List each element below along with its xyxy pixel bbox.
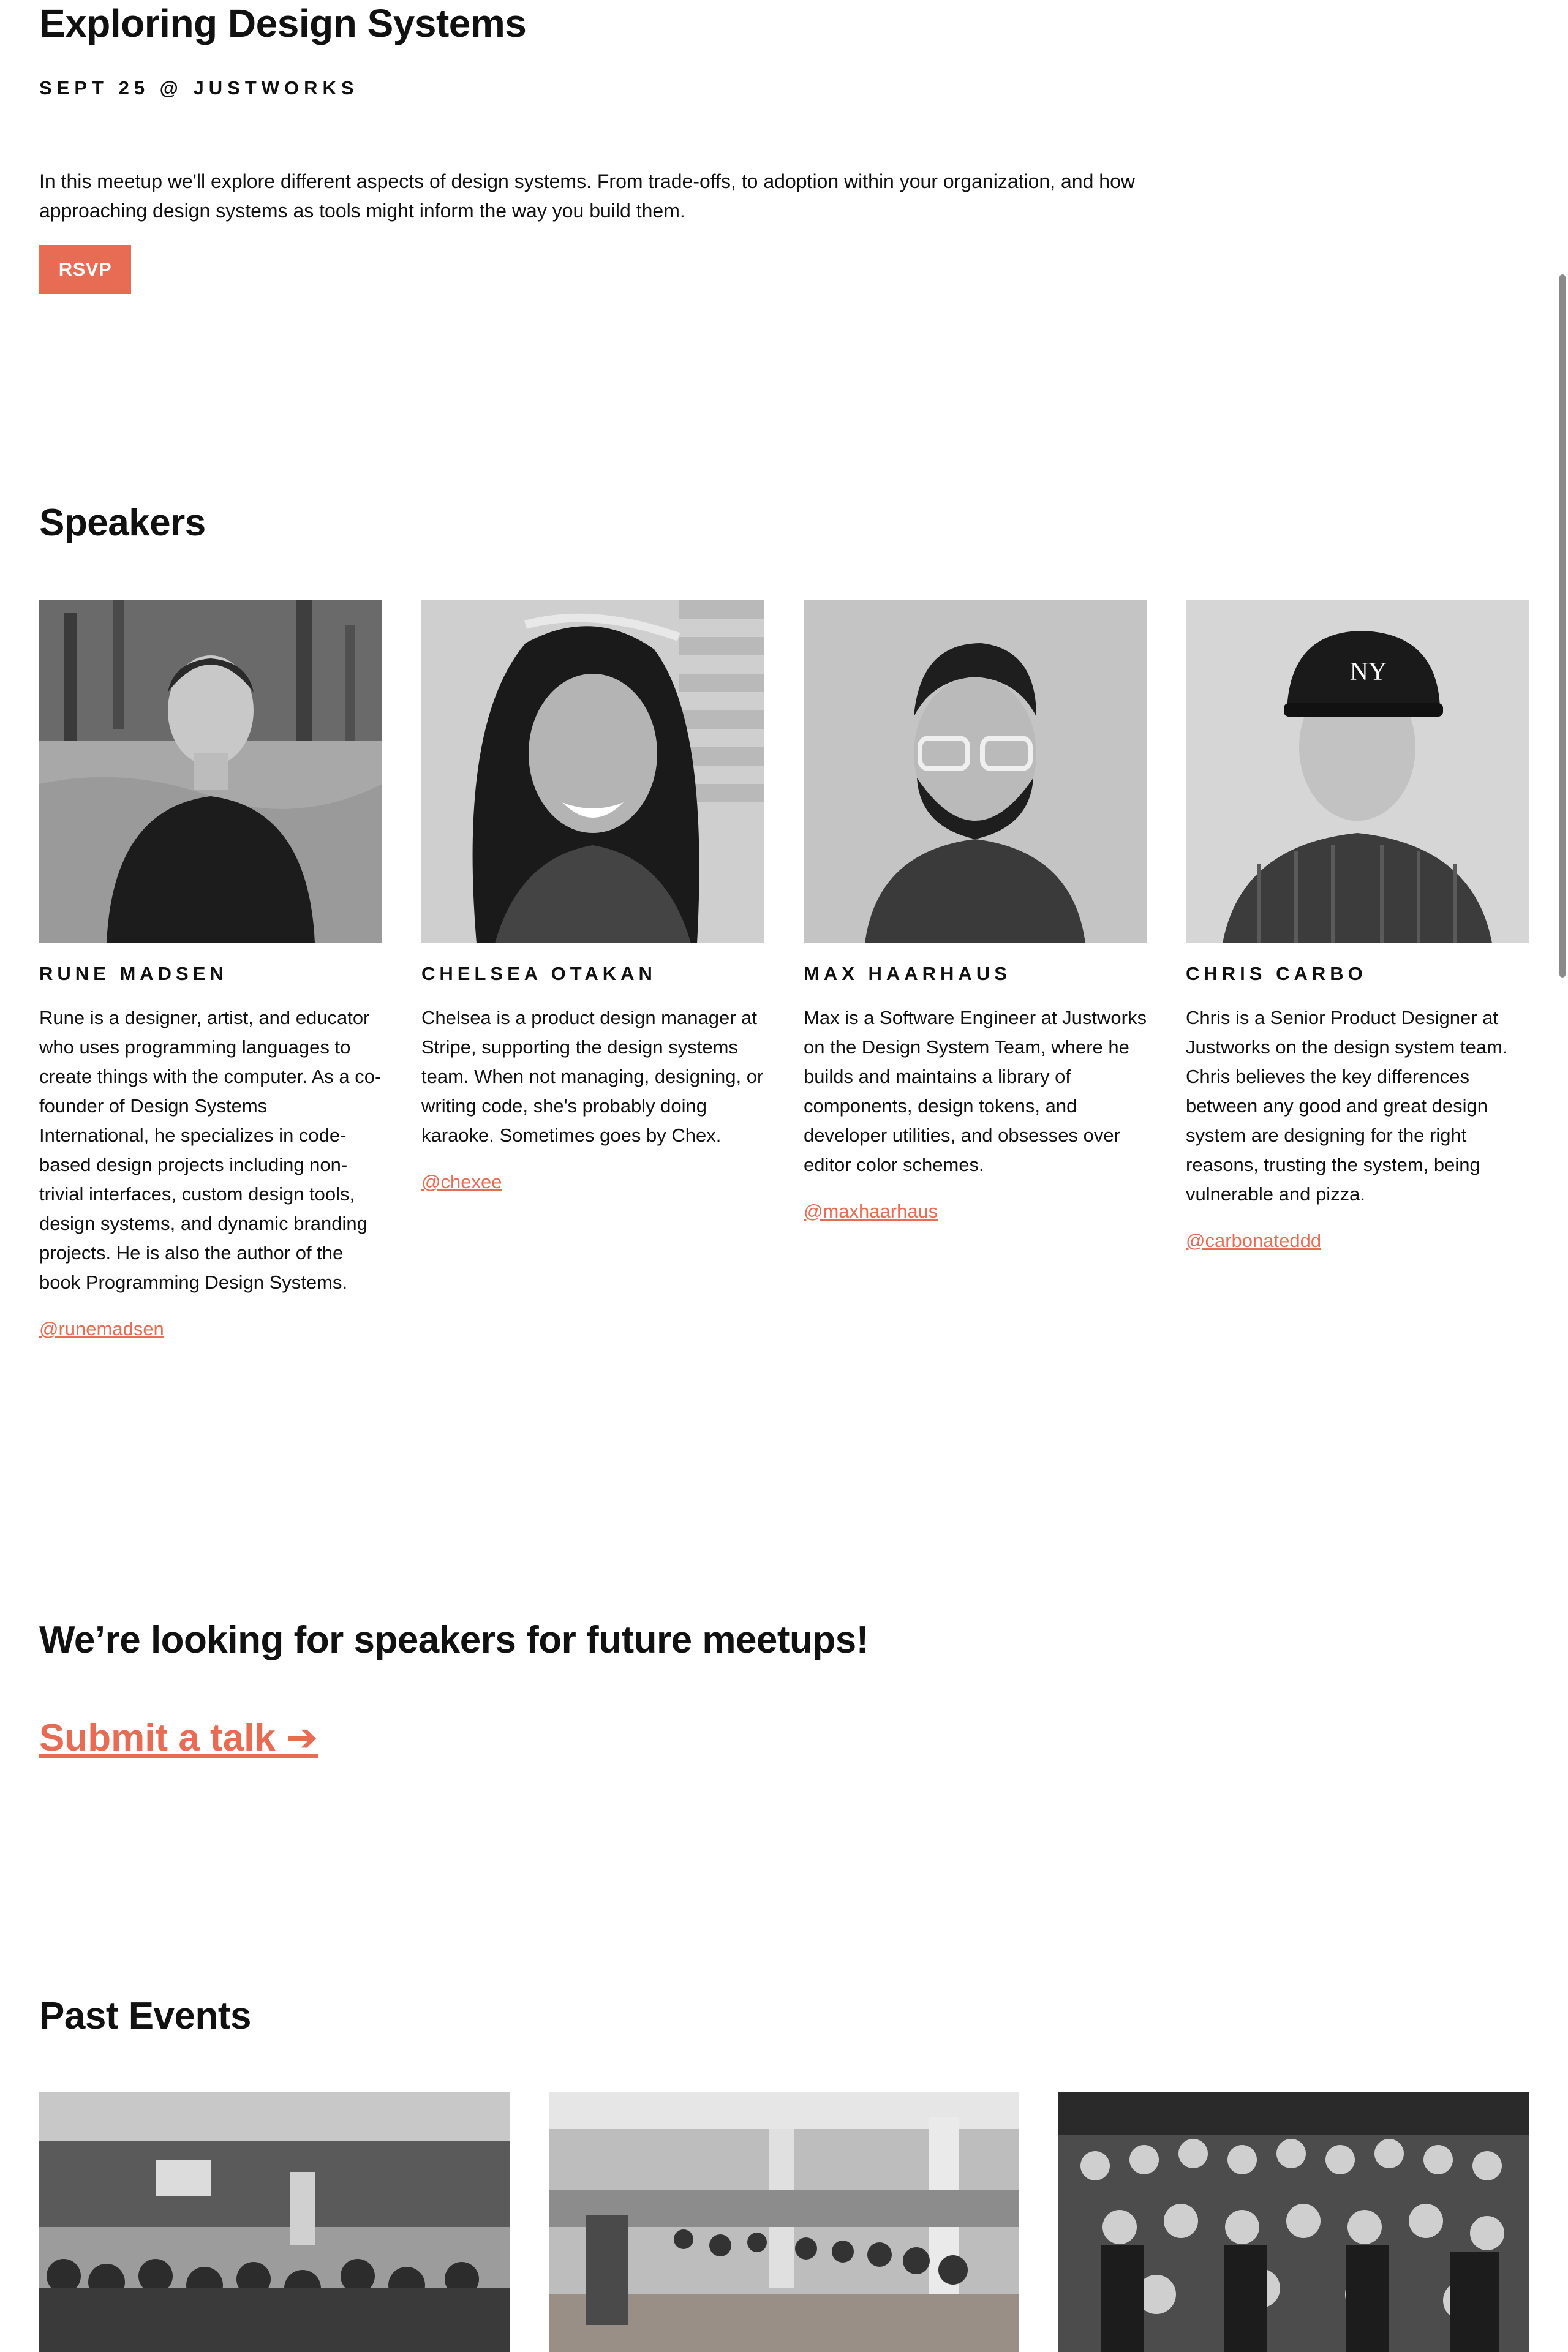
submit-talk-link[interactable]: Submit a talk ➔ (39, 1715, 318, 1762)
speaker-name: MAX HAARHAUS (804, 963, 1011, 984)
speaker-name: RUNE MADSEN (39, 963, 228, 984)
speaker-photo (39, 600, 382, 943)
call-for-speakers-heading: We’re looking for speakers for future me… (39, 1619, 869, 1661)
speaker-bio: Chris is a Senior Product Designer at Ju… (1186, 1007, 1508, 1205)
speakers-grid: RUNE MADSEN Rune is a designer, artist, … (39, 600, 1529, 1396)
speaker-card: MAX HAARHAUS Max is a Software Engineer … (804, 600, 1147, 1224)
event-description: In this meetup we'll explore different a… (39, 170, 1135, 222)
speaker-bio: Max is a Software Engineer at Justworks … (804, 1007, 1147, 1175)
event-date-venue: SEPT 25 @ JUSTWORKS (39, 77, 359, 99)
rsvp-button[interactable]: RSVP (39, 245, 131, 294)
speaker-photo (804, 600, 1147, 943)
speaker-twitter-link[interactable]: @carbonateddd (1186, 1229, 1321, 1253)
speaker-twitter-link[interactable]: @runemadsen (39, 1317, 164, 1341)
speaker-name: CHRIS CARBO (1186, 963, 1367, 984)
scrollbar-thumb[interactable] (1559, 274, 1566, 978)
past-event-photo[interactable] (1058, 2092, 1529, 2352)
speaker-card: RUNE MADSEN Rune is a designer, artist, … (39, 600, 382, 1341)
speaker-name: CHELSEA OTAKAN (421, 963, 657, 984)
past-event-photo[interactable] (39, 2092, 510, 2352)
event-title: Exploring Design Systems (39, 1, 527, 45)
speaker-card: NY CHRIS CARBO Chris is a Senior Product… (1186, 600, 1529, 1253)
speaker-bio: Rune is a designer, artist, and educator… (39, 1007, 382, 1293)
speaker-photo: NY (1186, 600, 1529, 943)
past-event-photo[interactable] (549, 2092, 1019, 2352)
speakers-heading: Speakers (39, 502, 206, 544)
speaker-photo (421, 600, 764, 943)
svg-text:NY: NY (1350, 658, 1387, 686)
speaker-bio: Chelsea is a product design manager at S… (421, 1007, 764, 1146)
past-events-gallery (39, 2092, 1529, 2352)
speaker-card: CHELSEA OTAKAN Chelsea is a product desi… (421, 600, 764, 1194)
speaker-twitter-link[interactable]: @chexee (421, 1170, 502, 1194)
past-events-heading: Past Events (39, 1995, 252, 2037)
page-scrollbar[interactable] (1557, 0, 1568, 2352)
speaker-twitter-link[interactable]: @maxhaarhaus (804, 1199, 938, 1224)
